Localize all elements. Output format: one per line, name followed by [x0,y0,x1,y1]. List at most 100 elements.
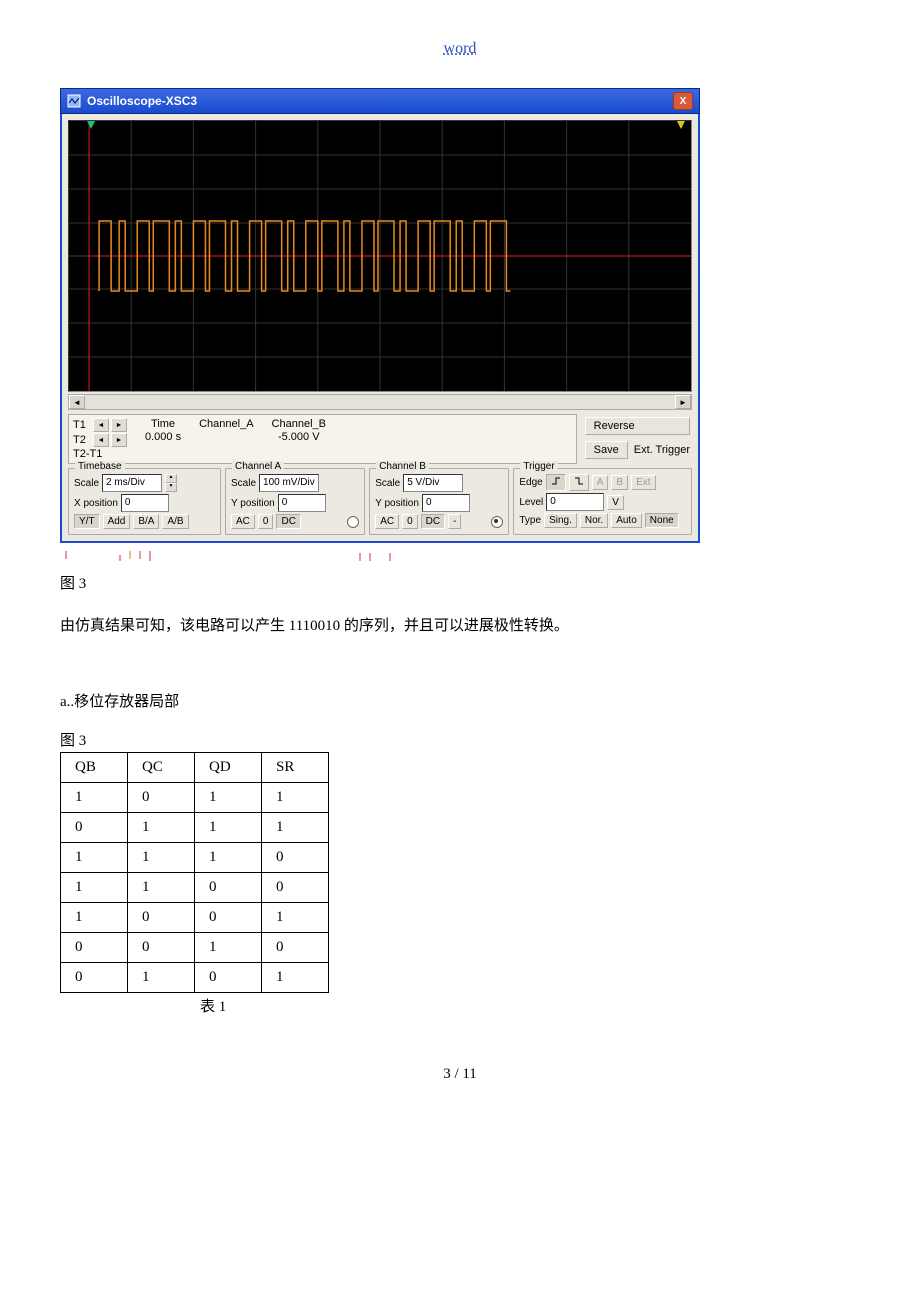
table-row: 1110 [61,843,329,873]
type-sing-button[interactable]: Sing. [544,513,577,528]
table-row: 1011 [61,783,329,813]
scroll-right-icon[interactable]: ► [675,395,691,409]
table-header: QB [61,753,128,783]
app-icon [67,94,81,108]
chb-scale-label: Scale [375,478,400,489]
type-none-button[interactable]: None [645,513,679,528]
cha-ac-button[interactable]: AC [231,514,255,529]
cha-dc-button[interactable]: DC [276,514,300,529]
table-cell: 1 [128,963,195,993]
table-cell: 0 [195,963,262,993]
table-row: 0111 [61,813,329,843]
cha-ypos-label: Y position [231,498,275,509]
table-cell: 1 [195,843,262,873]
chb-enable-radio[interactable] [491,516,503,528]
table-cell: 1 [262,813,329,843]
table-header: QC [128,753,195,783]
table-header: SR [262,753,329,783]
channel-b-legend: Channel B [376,461,429,472]
edge-ext-button[interactable]: Ext [631,475,655,490]
edge-a-button[interactable]: A [592,475,609,490]
add-button[interactable]: Add [103,514,131,529]
channel-b-label: Channel_B [272,418,326,430]
table-cell: 1 [195,933,262,963]
t1-left-button[interactable]: ◄ [93,418,109,432]
table-cell: 1 [61,843,128,873]
figure-caption-top: 图 3 [60,572,860,593]
t2-label: T2 [73,434,91,446]
type-auto-button[interactable]: Auto [611,513,642,528]
table-cell: 0 [61,963,128,993]
chb-zero-button[interactable]: 0 [402,514,418,529]
t1-right-button[interactable]: ► [111,418,127,432]
cha-enable-radio[interactable] [347,516,359,528]
close-icon[interactable]: X [673,92,693,110]
horizontal-scrollbar[interactable]: ◄ ► [68,394,692,410]
cursor-panel: T1 ◄ ► T2 ◄ ► T2-T1 Time 0.000 s Channel… [68,414,692,464]
table-cell: 1 [128,843,195,873]
subheading: a..移位存放器局部 [60,690,860,711]
timebase-group: Timebase Scale 2 ms/Div ▲▼ X position 0 … [68,468,221,535]
table-cell: 1 [61,903,128,933]
t2-left-button[interactable]: ◄ [93,433,109,447]
chb-ac-button[interactable]: AC [375,514,399,529]
channel-b-value: -5.000 V [278,431,320,443]
edge-b-button[interactable]: B [611,475,628,490]
chb-ypos-input[interactable]: 0 [422,494,470,512]
truth-table: QB QC QD SR 1011011111101100100100100101 [60,752,329,993]
table-cell: 0 [128,783,195,813]
chb-dc-button[interactable]: DC [421,514,445,529]
window-title: Oscilloscope-XSC3 [87,94,197,108]
table-cell: 1 [61,873,128,903]
table-header: QD [195,753,262,783]
table-cell: 0 [262,933,329,963]
window-titlebar[interactable]: Oscilloscope-XSC3 X [60,88,700,114]
cha-zero-button[interactable]: 0 [258,514,274,529]
header-link[interactable]: word [60,40,860,58]
cha-ypos-input[interactable]: 0 [278,494,326,512]
control-panel: Timebase Scale 2 ms/Div ▲▼ X position 0 … [68,468,692,535]
table-header-row: QB QC QD SR [61,753,329,783]
ab-button[interactable]: A/B [162,514,188,529]
table-cell: 1 [195,783,262,813]
cha-scale-label: Scale [231,478,256,489]
chb-ypos-label: Y position [375,498,419,509]
edge-fall-button[interactable] [569,474,589,491]
type-nor-button[interactable]: Nor. [580,513,608,528]
figure-caption-mid: 图 3 [60,729,860,750]
xpos-input[interactable]: 0 [121,494,169,512]
table-cell: 1 [128,813,195,843]
falling-edge-icon [574,476,584,486]
level-label: Level [519,497,543,508]
table-cell: 0 [195,903,262,933]
yt-button[interactable]: Y/T [74,514,100,529]
table-cell: 0 [61,933,128,963]
rising-edge-icon [551,476,561,486]
level-unit-button[interactable]: V [607,495,624,510]
t2-right-button[interactable]: ► [111,433,127,447]
timebase-scale-label: Scale [74,478,99,489]
ba-button[interactable]: B/A [133,514,159,529]
table-cell: 1 [262,903,329,933]
reverse-button[interactable]: Reverse [585,417,690,435]
channel-a-group: Channel A Scale 100 mV/Div Y position 0 … [225,468,365,535]
level-input[interactable]: 0 [546,493,604,511]
table-row: 0010 [61,933,329,963]
waveform [69,121,691,391]
chb-minus-button[interactable]: - [448,514,461,529]
table-cell: 0 [262,843,329,873]
timebase-scale-input[interactable]: 2 ms/Div [102,474,162,492]
table-cell: 1 [61,783,128,813]
spin-up-button[interactable]: ▲ [165,474,177,483]
xpos-label: X position [74,498,118,509]
save-button[interactable]: Save [585,441,628,459]
scope-display[interactable] [68,120,692,392]
trigger-legend: Trigger [520,461,557,472]
edge-rise-button[interactable] [546,474,566,491]
spin-down-button[interactable]: ▼ [165,483,177,492]
table-cell: 0 [128,903,195,933]
scroll-left-icon[interactable]: ◄ [69,395,85,409]
chb-scale-input[interactable]: 5 V/Div [403,474,463,492]
cha-scale-input[interactable]: 100 mV/Div [259,474,319,492]
channel-a-legend: Channel A [232,461,284,472]
